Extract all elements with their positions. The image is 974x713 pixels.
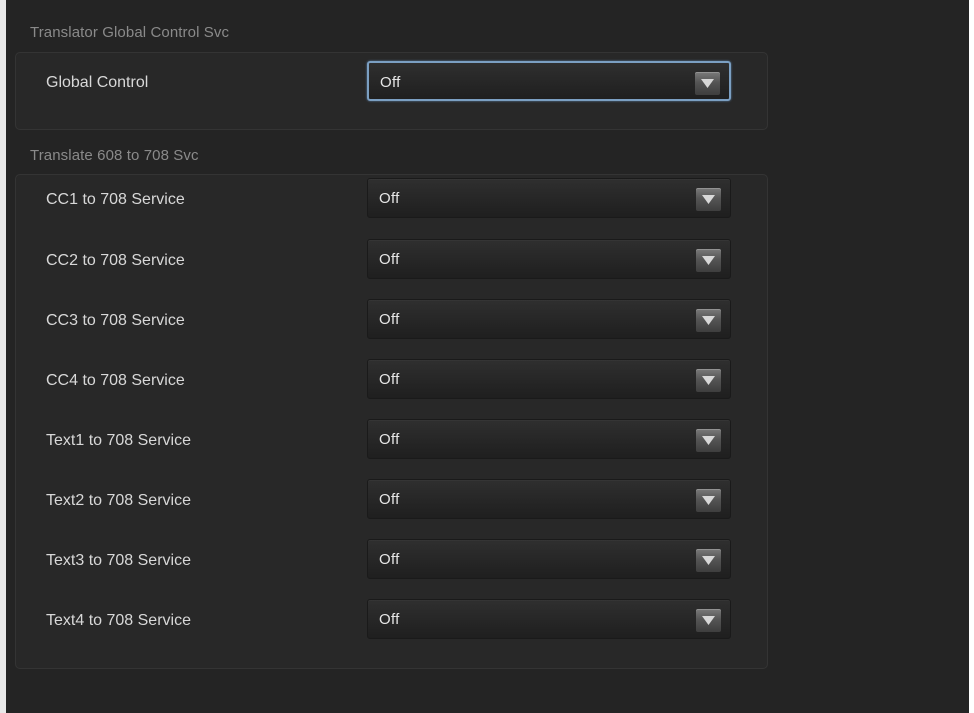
cc1-service-label: CC1 to 708 Service — [46, 191, 185, 208]
text1-service-dropdown[interactable]: Off — [367, 419, 731, 459]
text1-service-value: Off — [379, 431, 400, 448]
cc1-service-row: CC1 to 708 Service Off — [16, 175, 767, 225]
global-section-title: Translator Global Control Svc — [30, 24, 230, 41]
text2-service-value: Off — [379, 491, 400, 508]
global-control-value: Off — [380, 74, 401, 91]
text3-service-row: Text3 to 708 Service Off — [16, 536, 767, 586]
cc3-service-value: Off — [379, 311, 400, 328]
translate-group: CC1 to 708 Service Off CC2 to 708 Servic… — [15, 174, 768, 669]
global-control-group: Global Control Off — [15, 52, 768, 130]
text3-service-dropdown[interactable]: Off — [367, 539, 731, 579]
cc2-service-dropdown[interactable]: Off — [367, 239, 731, 279]
cc3-service-row: CC3 to 708 Service Off — [16, 296, 767, 346]
text4-service-label: Text4 to 708 Service — [46, 612, 191, 629]
text3-service-label: Text3 to 708 Service — [46, 552, 191, 569]
cc2-service-value: Off — [379, 251, 400, 268]
text1-service-label: Text1 to 708 Service — [46, 432, 191, 449]
chevron-down-icon[interactable] — [696, 549, 721, 572]
chevron-down-icon[interactable] — [696, 369, 721, 392]
text2-service-label: Text2 to 708 Service — [46, 492, 191, 509]
chevron-down-icon[interactable] — [695, 72, 720, 95]
text4-service-dropdown[interactable]: Off — [367, 599, 731, 639]
text4-service-row: Text4 to 708 Service Off — [16, 596, 767, 646]
cc3-service-dropdown[interactable]: Off — [367, 299, 731, 339]
cc3-service-label: CC3 to 708 Service — [46, 312, 185, 329]
text2-service-dropdown[interactable]: Off — [367, 479, 731, 519]
global-control-label: Global Control — [46, 74, 149, 91]
cc4-service-value: Off — [379, 371, 400, 388]
text1-service-row: Text1 to 708 Service Off — [16, 416, 767, 466]
cc1-service-value: Off — [379, 190, 400, 207]
app-window: Translator Global Control Svc Global Con… — [0, 0, 974, 713]
text2-service-row: Text2 to 708 Service Off — [16, 476, 767, 526]
cc4-service-row: CC4 to 708 Service Off — [16, 356, 767, 406]
chevron-down-icon[interactable] — [696, 309, 721, 332]
settings-panel: Translator Global Control Svc Global Con… — [0, 0, 969, 713]
cc2-service-row: CC2 to 708 Service Off — [16, 236, 767, 286]
text4-service-value: Off — [379, 611, 400, 628]
chevron-down-icon[interactable] — [696, 609, 721, 632]
global-control-dropdown[interactable]: Off — [367, 61, 731, 101]
global-control-row: Global Control Off — [16, 58, 767, 108]
translate-section-title: Translate 608 to 708 Svc — [30, 147, 199, 164]
cc1-service-dropdown[interactable]: Off — [367, 178, 731, 218]
cc2-service-label: CC2 to 708 Service — [46, 252, 185, 269]
chevron-down-icon[interactable] — [696, 249, 721, 272]
chevron-down-icon[interactable] — [696, 188, 721, 211]
cc4-service-dropdown[interactable]: Off — [367, 359, 731, 399]
cc4-service-label: CC4 to 708 Service — [46, 372, 185, 389]
text3-service-value: Off — [379, 551, 400, 568]
chevron-down-icon[interactable] — [696, 489, 721, 512]
chevron-down-icon[interactable] — [696, 429, 721, 452]
